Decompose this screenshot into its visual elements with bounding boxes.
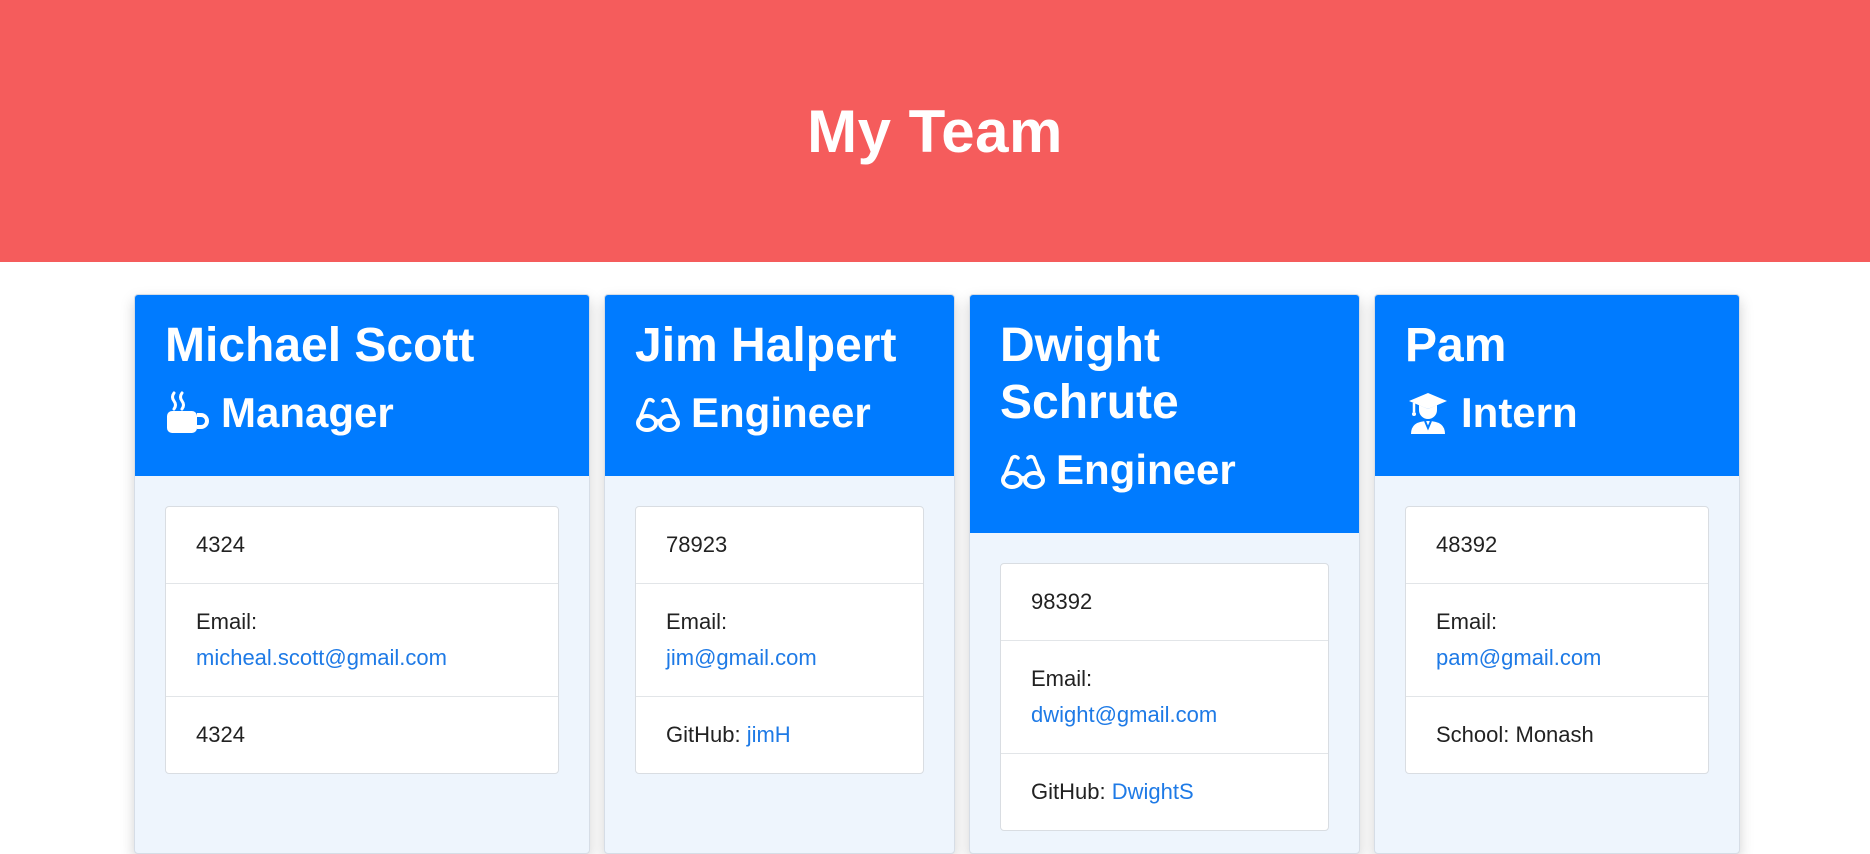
role-label: Engineer [1056, 446, 1236, 493]
member-card: Dwight Schrute Engineer 98392 Email: dwi… [969, 294, 1360, 854]
member-role: Engineer [1000, 445, 1329, 495]
member-role: Intern [1405, 388, 1709, 438]
member-name: Michael Scott [165, 319, 475, 372]
glasses-icon [635, 391, 681, 435]
member-github: GitHub: jimH [636, 696, 923, 773]
member-name: Pam [1405, 319, 1507, 372]
member-details: 78923 Email: jim@gmail.com GitHub: jimH [635, 506, 924, 774]
role-label: Manager [221, 389, 394, 436]
member-card: Pam Intern 48392 Email: pam@gmail.com Sc… [1374, 294, 1740, 854]
member-details: 48392 Email: pam@gmail.com School: Monas… [1405, 506, 1709, 774]
card-header: Jim Halpert Engineer [605, 295, 954, 476]
role-label: Engineer [691, 389, 871, 436]
card-body: 4324 Email: micheal.scott@gmail.com 4324 [135, 476, 589, 804]
id-value: 48392 [1436, 532, 1498, 557]
member-extra: 4324 [166, 696, 558, 773]
email-link[interactable]: dwight@gmail.com [1031, 702, 1217, 727]
card-header: Michael Scott Manager [135, 295, 589, 476]
github-label: GitHub: [666, 722, 747, 747]
email-label: Email: [1031, 666, 1093, 691]
member-name: Jim Halpert [635, 319, 897, 372]
school-value: Monash [1515, 722, 1594, 747]
email-link[interactable]: pam@gmail.com [1436, 645, 1601, 670]
graduate-icon [1405, 391, 1451, 435]
member-id: 98392 [1001, 564, 1328, 640]
member-email: Email: micheal.scott@gmail.com [166, 583, 558, 696]
email-label: Email: [666, 609, 728, 634]
member-card: Michael Scott Manager 4324 Email: michea… [134, 294, 590, 854]
member-details: 98392 Email: dwight@gmail.com GitHub: Dw… [1000, 563, 1329, 831]
member-role: Manager [165, 388, 559, 438]
github-link[interactable]: DwightS [1112, 779, 1194, 804]
role-label: Intern [1461, 389, 1578, 436]
page-title: My Team [807, 97, 1063, 165]
member-github: GitHub: DwightS [1001, 753, 1328, 830]
member-name: Dwight Schrute [1000, 319, 1179, 429]
member-details: 4324 Email: micheal.scott@gmail.com 4324 [165, 506, 559, 774]
member-id: 78923 [636, 507, 923, 583]
card-body: 48392 Email: pam@gmail.com School: Monas… [1375, 476, 1739, 804]
extra-value: 4324 [196, 722, 245, 747]
member-school: School: Monash [1406, 696, 1708, 773]
id-value: 4324 [196, 532, 245, 557]
member-card: Jim Halpert Engineer 78923 Email: jim@gm… [604, 294, 955, 854]
mug-icon [165, 391, 211, 435]
glasses-icon [1000, 448, 1046, 492]
email-link[interactable]: micheal.scott@gmail.com [196, 645, 447, 670]
member-email: Email: jim@gmail.com [636, 583, 923, 696]
member-email: Email: pam@gmail.com [1406, 583, 1708, 696]
member-role: Engineer [635, 388, 924, 438]
member-id: 48392 [1406, 507, 1708, 583]
email-link[interactable]: jim@gmail.com [666, 645, 817, 670]
page-header: My Team [0, 0, 1870, 262]
card-header: Dwight Schrute Engineer [970, 295, 1359, 533]
id-value: 98392 [1031, 589, 1093, 614]
card-header: Pam Intern [1375, 295, 1739, 476]
github-label: GitHub: [1031, 779, 1112, 804]
card-body: 78923 Email: jim@gmail.com GitHub: jimH [605, 476, 954, 804]
member-id: 4324 [166, 507, 558, 583]
member-email: Email: dwight@gmail.com [1001, 640, 1328, 753]
email-label: Email: [196, 609, 258, 634]
email-label: Email: [1436, 609, 1498, 634]
card-body: 98392 Email: dwight@gmail.com GitHub: Dw… [970, 533, 1359, 853]
school-label: School: [1436, 722, 1516, 747]
id-value: 78923 [666, 532, 728, 557]
github-link[interactable]: jimH [747, 722, 791, 747]
